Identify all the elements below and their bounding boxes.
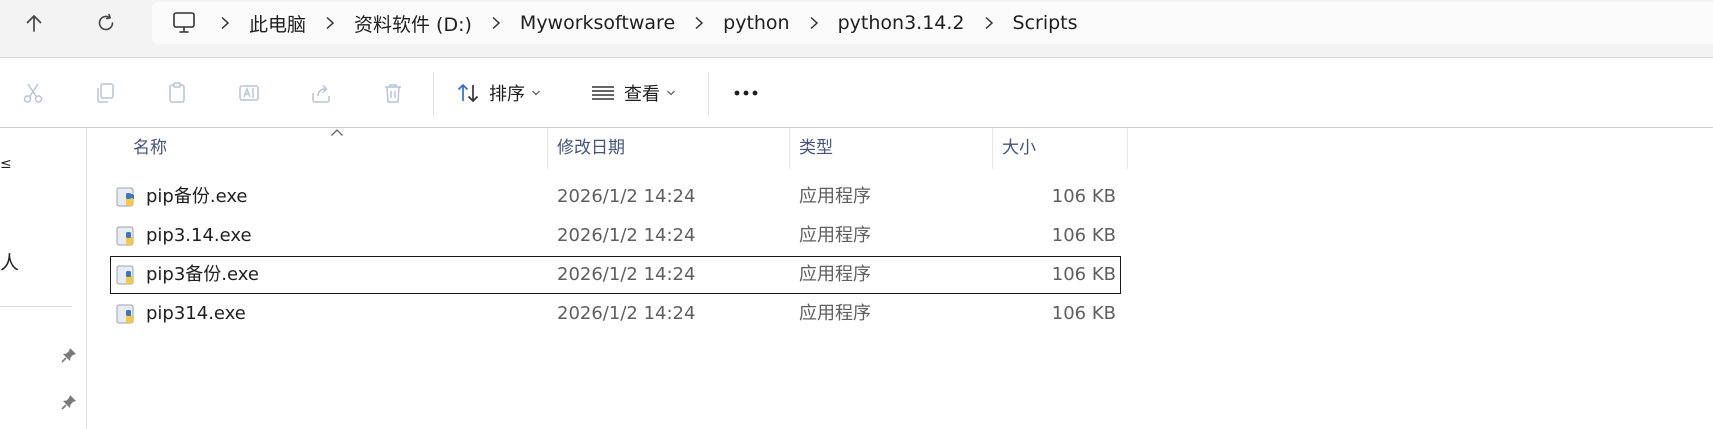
share-icon — [312, 84, 330, 103]
arrow-up-icon — [26, 15, 42, 32]
breadcrumb-scripts[interactable]: Scripts — [1011, 12, 1080, 34]
python-exe-icon — [116, 187, 134, 207]
chevron-right-icon — [492, 16, 501, 30]
breadcrumb-chevron[interactable] — [792, 2, 836, 44]
file-modified-date: 2026/1/2 14:24 — [557, 264, 696, 285]
file-type: 应用程序 — [799, 186, 871, 207]
file-name: pip备份.exe — [146, 186, 248, 207]
sidebar-item-fragment[interactable]: 人 — [0, 248, 19, 275]
python-exe-icon — [116, 304, 134, 324]
breadcrumb-myworksoftware[interactable]: Myworksoftware — [518, 12, 677, 34]
chevron-right-icon — [221, 16, 230, 30]
column-divider[interactable] — [992, 128, 993, 169]
refresh-icon — [98, 13, 114, 31]
refresh-button[interactable] — [78, 6, 134, 40]
file-size: 106 KB — [1051, 225, 1116, 246]
breadcrumb-chevron[interactable] — [308, 2, 352, 44]
cut-icon — [23, 83, 43, 103]
delete-button[interactable] — [374, 74, 412, 112]
sort-icon — [457, 84, 479, 102]
rename-button[interactable] — [230, 74, 268, 112]
toolbar-divider — [708, 72, 709, 116]
breadcrumb-chevron[interactable] — [677, 2, 721, 44]
rename-icon — [239, 85, 259, 101]
file-row-selected[interactable]: pip3备份.exe 2026/1/2 14:24 应用程序 106 KB — [110, 256, 1121, 294]
file-modified-date: 2026/1/2 14:24 — [557, 186, 696, 207]
cut-button[interactable] — [14, 74, 52, 112]
file-row[interactable]: pip备份.exe 2026/1/2 14:24 应用程序 106 KB — [110, 178, 1121, 216]
navigation-pane: ≤ 人 — [0, 128, 87, 429]
sort-label: 排序 — [489, 84, 525, 105]
breadcrumb-this-pc[interactable]: 此电脑 — [247, 10, 308, 37]
file-name: pip3备份.exe — [146, 264, 259, 285]
file-type: 应用程序 — [799, 264, 871, 285]
address-bar[interactable]: 此电脑 资料软件 (D:) Myworksoftware python pyth… — [152, 2, 1713, 44]
column-header-type[interactable]: 类型 — [799, 128, 833, 169]
address-bar-row: 此电脑 资料软件 (D:) Myworksoftware python pyth… — [0, 0, 1713, 57]
paste-icon — [169, 82, 185, 103]
pin-icon[interactable] — [60, 346, 78, 364]
column-divider[interactable] — [547, 128, 548, 169]
column-header-name[interactable]: 名称 — [133, 128, 167, 169]
file-row[interactable]: pip3.14.exe 2026/1/2 14:24 应用程序 106 KB — [110, 217, 1121, 255]
file-modified-date: 2026/1/2 14:24 — [557, 303, 696, 324]
column-header-row: 名称 修改日期 类型 大小 — [86, 128, 1128, 169]
breadcrumb-chevron[interactable] — [474, 2, 518, 44]
command-bar: 排序 查看 — [0, 58, 1713, 127]
share-button[interactable] — [302, 74, 340, 112]
file-modified-date: 2026/1/2 14:24 — [557, 225, 696, 246]
file-name: pip314.exe — [146, 303, 246, 324]
file-row[interactable]: pip314.exe 2026/1/2 14:24 应用程序 106 KB — [110, 295, 1121, 333]
chevron-right-icon — [695, 16, 704, 30]
file-type: 应用程序 — [799, 225, 871, 246]
up-button[interactable] — [6, 6, 62, 40]
file-size: 106 KB — [1051, 264, 1116, 285]
copy-icon — [97, 83, 114, 103]
toolbar-divider — [433, 72, 434, 116]
column-header-size[interactable]: 大小 — [1002, 128, 1036, 169]
breadcrumb-drive-d[interactable]: 资料软件 (D:) — [352, 10, 474, 37]
breadcrumb-chevron[interactable] — [203, 2, 247, 44]
chevron-right-icon — [810, 16, 818, 30]
python-exe-icon — [116, 226, 134, 246]
copy-button[interactable] — [86, 74, 124, 112]
file-name: pip3.14.exe — [146, 225, 252, 246]
breadcrumb-python3-14-2[interactable]: python3.14.2 — [836, 12, 967, 34]
view-list-icon — [592, 86, 614, 100]
trash-icon — [385, 84, 401, 103]
chevron-right-icon — [985, 16, 993, 30]
column-header-date-modified[interactable]: 修改日期 — [557, 128, 625, 169]
chevron-down-icon — [667, 90, 675, 96]
file-size: 106 KB — [1051, 186, 1116, 207]
this-pc-icon[interactable] — [171, 10, 197, 36]
file-type: 应用程序 — [799, 303, 871, 324]
sort-button[interactable]: 排序 — [455, 72, 541, 114]
more-icon — [734, 90, 758, 96]
more-options-button[interactable] — [728, 74, 764, 112]
pin-icon[interactable] — [60, 393, 78, 411]
breadcrumb-chevron[interactable] — [967, 2, 1011, 44]
column-divider[interactable] — [789, 128, 790, 169]
view-button[interactable]: 查看 — [590, 72, 676, 114]
sidebar-item-fragment[interactable]: ≤ — [0, 156, 12, 172]
breadcrumb-python[interactable]: python — [721, 12, 791, 34]
file-size: 106 KB — [1051, 303, 1116, 324]
sidebar-divider — [0, 306, 72, 307]
chevron-down-icon — [532, 90, 540, 96]
chevron-right-icon — [326, 16, 335, 30]
column-divider[interactable] — [1127, 128, 1128, 169]
paste-button[interactable] — [158, 74, 196, 112]
python-exe-icon — [116, 265, 134, 285]
view-label: 查看 — [624, 84, 660, 105]
